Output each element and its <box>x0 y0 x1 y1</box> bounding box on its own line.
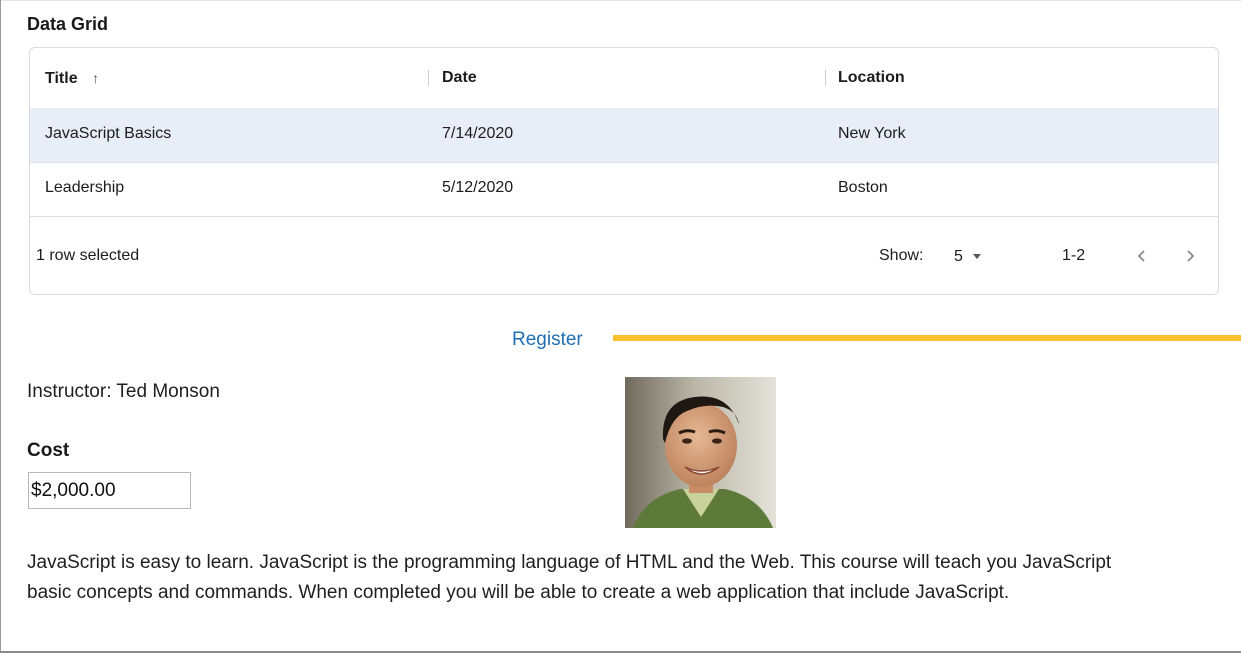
column-separator[interactable] <box>825 70 826 86</box>
table-row[interactable]: JavaScript Basics 7/14/2020 New York <box>30 108 1218 163</box>
chevron-right-icon <box>1187 250 1195 262</box>
instructor-photo <box>625 377 776 528</box>
course-description: JavaScript is easy to learn. JavaScript … <box>27 552 1112 603</box>
column-header-location[interactable]: Location <box>838 48 905 108</box>
section-title: Data Grid <box>27 14 109 34</box>
column-separator[interactable] <box>428 70 429 86</box>
page-size-label: Show: <box>879 247 924 264</box>
column-header-location-label: Location <box>838 69 905 86</box>
column-header-date[interactable]: Date <box>442 48 477 108</box>
caret-down-icon <box>973 254 982 260</box>
cell-location: Boston <box>838 179 888 196</box>
next-page-button[interactable] <box>1180 246 1200 266</box>
instructor-text: Instructor: Ted Monson <box>27 381 220 402</box>
arrow-up-icon: ↑ <box>92 70 100 86</box>
cost-field[interactable] <box>28 472 191 509</box>
page-range: 1-2 <box>1062 247 1086 264</box>
cell-date: 7/14/2020 <box>442 125 514 142</box>
previous-page-button[interactable] <box>1132 246 1152 266</box>
cell-title: JavaScript Basics <box>45 125 172 142</box>
frame-left-border <box>0 0 1 653</box>
grid-footer: 1 row selected Show: 5 1-2 <box>30 217 1218 294</box>
grid-header: Title ↑ Date Location <box>30 48 1218 109</box>
chevron-left-icon <box>1137 250 1145 262</box>
column-header-title[interactable]: Title ↑ <box>45 48 99 108</box>
column-header-title-label: Title <box>45 70 78 87</box>
cell-location: New York <box>838 125 906 142</box>
selection-status: 1 row selected <box>36 247 140 264</box>
column-header-date-label: Date <box>442 69 477 86</box>
cost-label: Cost <box>27 440 70 461</box>
register-link[interactable]: Register <box>512 329 583 351</box>
data-grid: Title ↑ Date Location JavaScript Basics … <box>29 47 1219 295</box>
cell-title: Leadership <box>45 179 125 196</box>
page-size-value: 5 <box>954 248 963 265</box>
page-size-select[interactable]: 5 <box>954 217 982 294</box>
table-row[interactable]: Leadership 5/12/2020 Boston <box>30 162 1218 217</box>
frame-top-border <box>0 0 1241 1</box>
cell-date: 5/12/2020 <box>442 179 514 196</box>
accent-divider <box>613 335 1241 341</box>
